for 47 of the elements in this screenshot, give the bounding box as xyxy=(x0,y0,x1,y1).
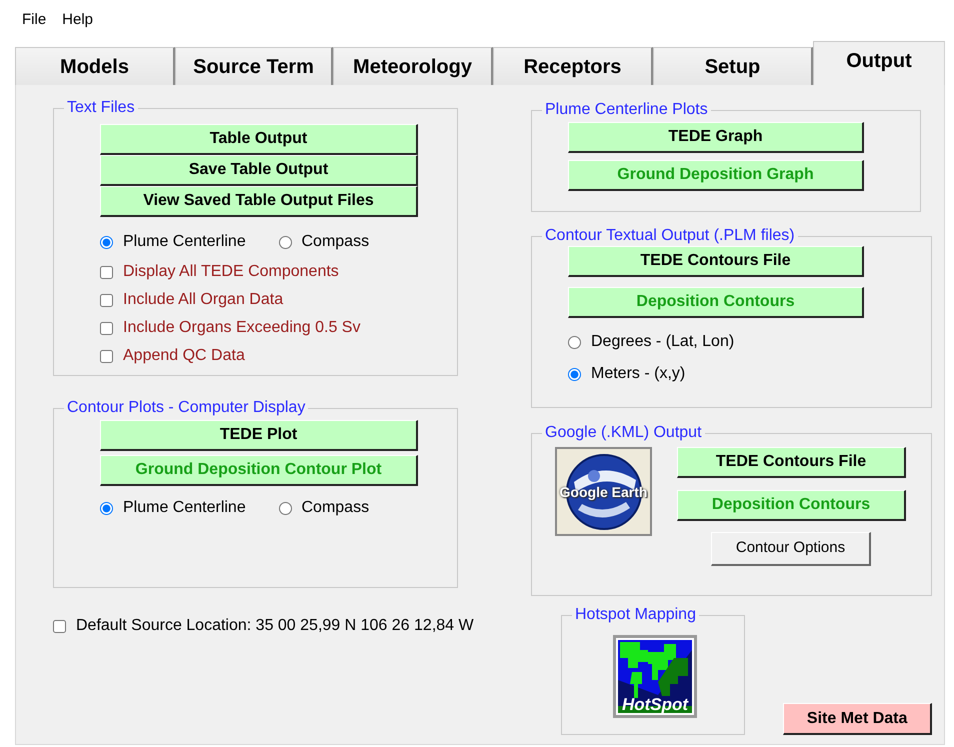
menu-item[interactable]: File xyxy=(14,8,54,32)
hotspot-button[interactable]: HotSpot xyxy=(613,635,697,718)
option-label: Include All Organ Data xyxy=(123,290,284,310)
group-title: Plume Centerline Plots xyxy=(544,100,709,120)
tab[interactable]: Meteorology xyxy=(333,47,493,85)
button[interactable]: TEDE Graph xyxy=(568,122,864,153)
option-label: Degrees - (Lat, Lon) xyxy=(591,332,734,352)
option-label: Append QC Data xyxy=(123,346,245,366)
tab[interactable]: Setup xyxy=(653,47,813,85)
group-title: Google (.KML) Output xyxy=(544,423,703,443)
option-label: Plume Centerline xyxy=(123,498,246,518)
tab[interactable]: Models xyxy=(15,47,175,85)
radio-button[interactable] xyxy=(278,502,292,514)
option-label: Compass xyxy=(302,498,370,518)
button[interactable]: Contour Options xyxy=(711,532,871,566)
checkbox[interactable] xyxy=(100,350,113,362)
group-title: Contour Plots - Computer Display xyxy=(66,398,306,418)
group-title: Hotspot Mapping xyxy=(574,605,697,625)
menu-item[interactable]: Help xyxy=(54,8,102,32)
group-title: Contour Textual Output (.PLM files) xyxy=(544,226,796,246)
button[interactable]: View Saved Table Output Files xyxy=(100,186,418,217)
option-label: Display All TEDE Components xyxy=(123,262,339,282)
group-title: Text Files xyxy=(66,98,136,118)
button[interactable]: Site Met Data xyxy=(783,703,932,735)
option-label: Plume Centerline xyxy=(123,232,246,252)
option-label: Meters - (x,y) xyxy=(591,364,686,384)
tab[interactable]: Receptors xyxy=(493,47,653,85)
option-label: Include Organs Exceeding 0.5 Sv xyxy=(123,318,360,338)
button[interactable]: TEDE Plot xyxy=(100,420,418,451)
radio-button[interactable] xyxy=(568,336,581,348)
tab[interactable]: Source Term xyxy=(175,47,333,85)
tab[interactable]: Output xyxy=(813,41,945,85)
world-map-icon xyxy=(618,640,692,713)
radio-button[interactable] xyxy=(568,368,581,380)
radio-button[interactable] xyxy=(100,502,113,514)
button[interactable]: Table Output xyxy=(100,124,418,155)
button[interactable]: Save Table Output xyxy=(100,155,418,186)
button[interactable]: TEDE Contours File xyxy=(568,246,864,277)
checkbox[interactable] xyxy=(100,322,113,334)
button[interactable]: TEDE Contours File xyxy=(677,447,906,478)
checkbox[interactable] xyxy=(100,294,113,306)
radio-button[interactable] xyxy=(278,236,292,248)
radio-button[interactable] xyxy=(100,236,113,248)
option-label: Default Source Location: 35 00 25,99 N 106 26 12,84 W xyxy=(76,616,474,636)
checkbox[interactable] xyxy=(100,266,113,278)
option-label: Compass xyxy=(302,232,370,252)
checkbox[interactable] xyxy=(53,620,66,632)
